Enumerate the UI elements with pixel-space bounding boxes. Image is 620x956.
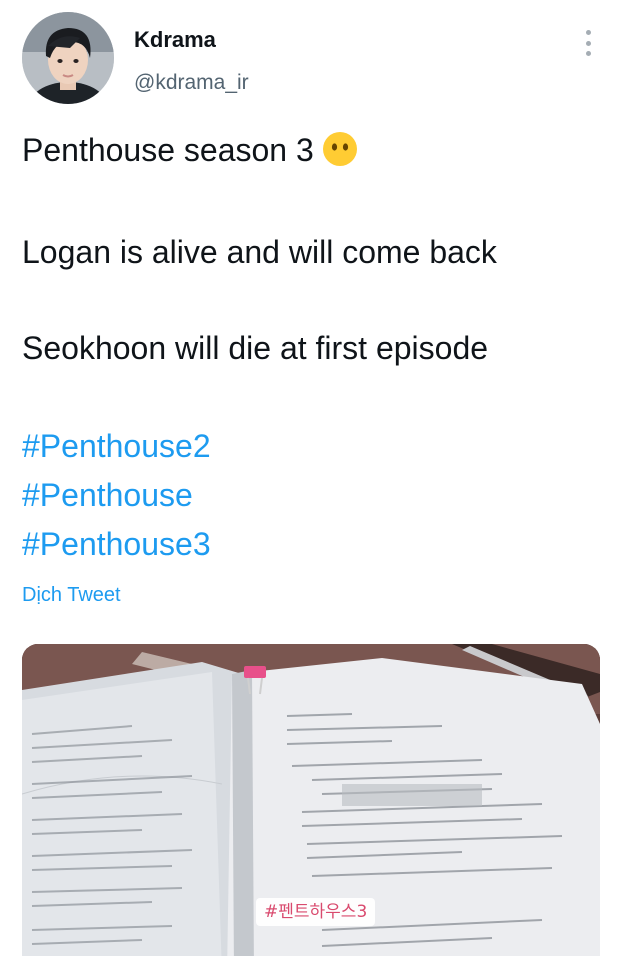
tweet-header: Kdrama @kdrama_ir	[22, 12, 602, 108]
tweet-line: Logan is alive and will come back	[22, 234, 497, 270]
translate-tweet-link[interactable]: Dịch Tweet	[22, 582, 121, 608]
hashtag-link[interactable]: #Penthouse3	[22, 520, 602, 569]
tweet-line: Seokhoon will die at first episode	[22, 330, 489, 366]
more-dot-icon	[585, 30, 591, 35]
face-without-mouth-icon	[322, 131, 358, 178]
more-dot-icon	[585, 51, 591, 56]
hashtag-link[interactable]: #Penthouse	[22, 471, 602, 520]
hashtag-link[interactable]: #Penthouse2	[22, 422, 602, 471]
tweet-body: Penthouse season 3 Logan is alive and wi…	[22, 128, 602, 569]
user-block: Kdrama @kdrama_ir	[134, 26, 249, 96]
tweet-text: Penthouse season 3	[22, 132, 314, 168]
display-name[interactable]: Kdrama	[134, 26, 249, 54]
hashtag-sticker: #펜트하우스3	[256, 898, 376, 926]
more-dot-icon	[585, 40, 591, 46]
tweet-line: Penthouse season 3	[22, 128, 602, 178]
user-handle[interactable]: @kdrama_ir	[134, 70, 249, 96]
more-options-button[interactable]	[578, 28, 598, 58]
media-photo[interactable]: #펜트하우스3	[22, 644, 600, 956]
tweet: Kdrama @kdrama_ir Penthouse season 3 Log…	[0, 0, 620, 956]
avatar[interactable]	[22, 12, 114, 104]
